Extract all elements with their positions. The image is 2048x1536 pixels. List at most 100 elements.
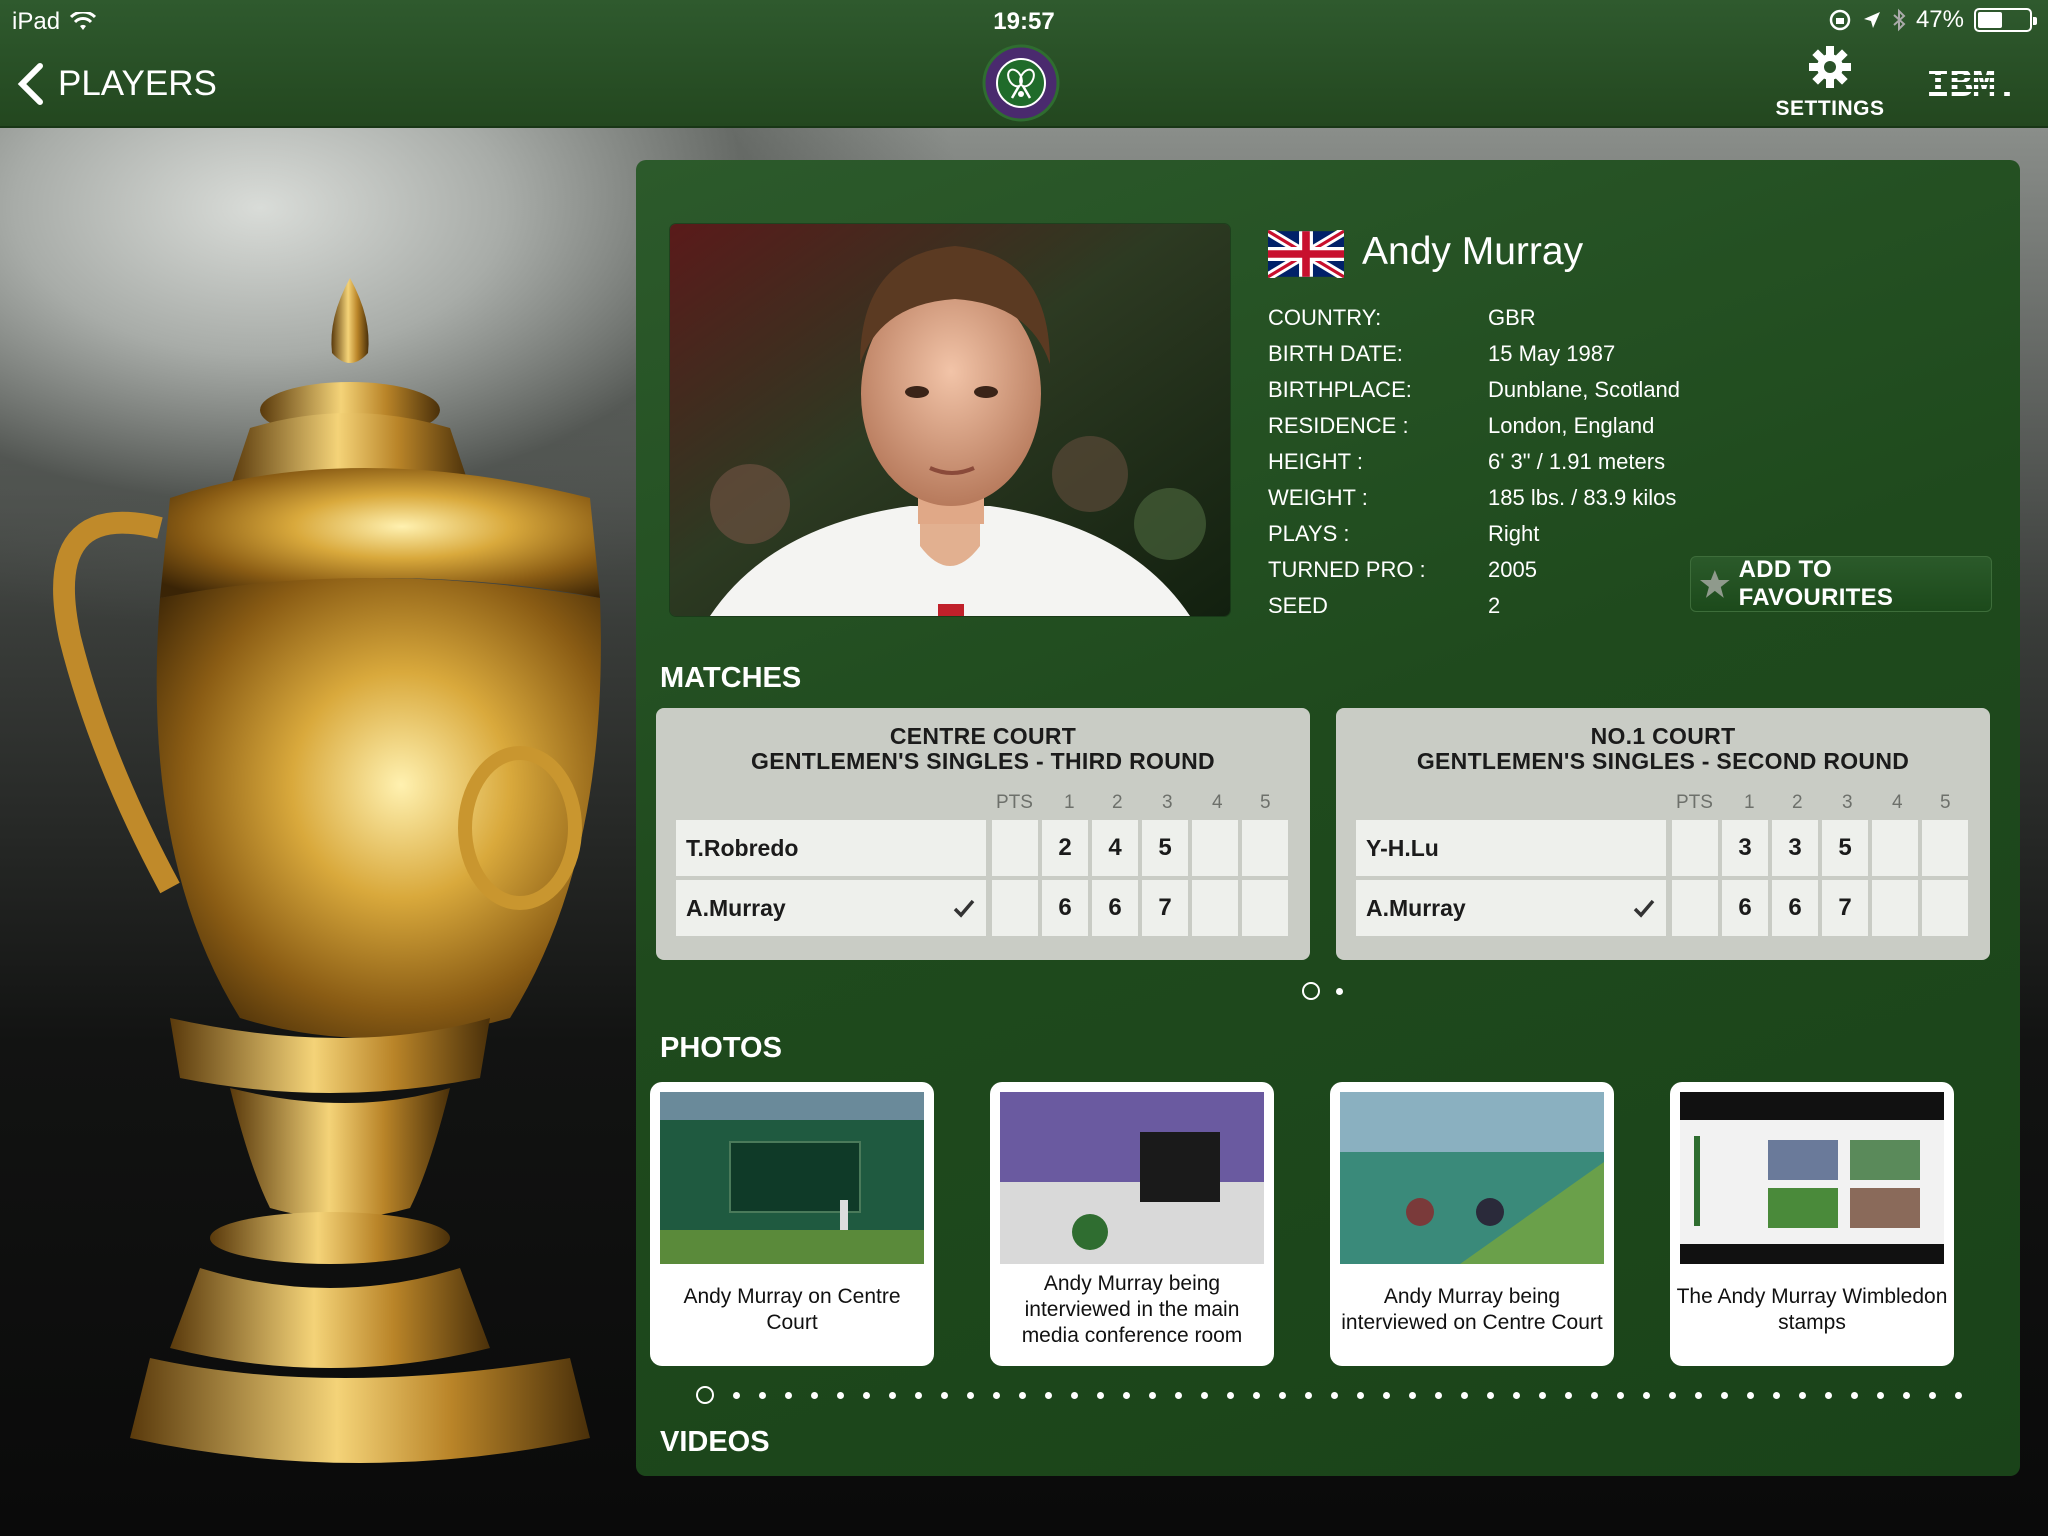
page-dot[interactable] [1695, 1391, 1702, 1399]
header-set-1: 1 [1744, 792, 1755, 813]
round-name: GENTLEMEN'S SINGLES - SECOND ROUND [1416, 748, 1910, 774]
page-dot[interactable] [1175, 1391, 1182, 1399]
header-set-2: 2 [1792, 792, 1803, 813]
page-dot[interactable] [1331, 1391, 1338, 1399]
page-dot[interactable] [1825, 1391, 1832, 1399]
page-dot[interactable] [1123, 1391, 1130, 1399]
page-dot[interactable] [837, 1391, 844, 1399]
page-dot[interactable] [1305, 1391, 1312, 1399]
matches-title: MATCHES [660, 662, 802, 694]
set-score [1242, 880, 1288, 936]
bluetooth-icon [1893, 8, 1906, 32]
pts-cell [1672, 880, 1718, 936]
page-dot[interactable] [1851, 1391, 1858, 1399]
page-dot[interactable] [1227, 1391, 1234, 1399]
set-score [1872, 880, 1918, 936]
page-dot[interactable] [1487, 1391, 1494, 1399]
page-dot[interactable] [1461, 1391, 1468, 1399]
page-dot[interactable] [915, 1391, 922, 1399]
page-dot[interactable] [1253, 1391, 1260, 1399]
info-label: RESIDENCE : [1268, 413, 1409, 438]
player-cell: A.Murray [1356, 880, 1666, 936]
photos-pager[interactable] [696, 1386, 1962, 1404]
pts-cell [992, 880, 1038, 936]
info-value: Right [1488, 521, 1540, 546]
page-dot[interactable] [1747, 1391, 1754, 1399]
page-dot[interactable] [1955, 1391, 1962, 1399]
page-dot[interactable] [733, 1391, 740, 1399]
page-dot[interactable] [1877, 1391, 1884, 1399]
page-dot[interactable] [1435, 1391, 1442, 1399]
photo-card[interactable]: Andy Murray being interviewed on Centre … [1330, 1082, 1614, 1366]
set-score: 5 [1822, 820, 1868, 876]
page-dot[interactable] [889, 1391, 896, 1399]
page-dot[interactable] [1045, 1391, 1052, 1399]
navigation-bar: iPad 19:57 47% PLAYERS SETTINGS IBM. [0, 0, 2048, 128]
info-row: BIRTH DATE: 15 May 1987 [1268, 336, 1680, 372]
match-card[interactable]: NO.1 COURT GENTLEMEN'S SINGLES - SECOND … [1336, 708, 1990, 960]
page-dot[interactable] [1799, 1391, 1806, 1399]
page-dot[interactable] [1302, 982, 1320, 1000]
player-cell: A.Murray [676, 880, 986, 936]
header-set-5: 5 [1260, 792, 1271, 813]
add-to-favourites-button[interactable]: ADD TO FAVOURITES [1690, 556, 1992, 612]
header-pts: PTS [1676, 792, 1713, 813]
page-dot[interactable] [1539, 1391, 1546, 1399]
player-photo [670, 224, 1230, 616]
info-row: RESIDENCE : London, England [1268, 408, 1680, 444]
trophy-image [53, 278, 601, 1463]
matches-pager[interactable] [1302, 982, 1343, 1000]
page-dot[interactable] [1201, 1391, 1208, 1399]
page-dot[interactable] [1591, 1391, 1598, 1399]
photo-card[interactable]: The Andy Murray Wimbledon stamps [1670, 1082, 1954, 1366]
settings-button[interactable]: SETTINGS [1770, 44, 1890, 121]
info-label: WEIGHT : [1268, 485, 1368, 510]
info-row: HEIGHT : 6' 3" / 1.91 meters [1268, 444, 1680, 480]
info-value: Dunblane, Scotland [1488, 377, 1681, 402]
page-dot[interactable] [696, 1386, 714, 1404]
videos-title: VIDEOS [660, 1426, 770, 1458]
info-row: PLAYS : Right [1268, 516, 1680, 552]
info-value: 2005 [1488, 557, 1537, 582]
page-dot[interactable] [863, 1391, 870, 1399]
page-dot[interactable] [1019, 1391, 1026, 1399]
page-dot[interactable] [1617, 1391, 1624, 1399]
page-dot[interactable] [1903, 1391, 1910, 1399]
page-dot[interactable] [1071, 1391, 1078, 1399]
page-dot[interactable] [993, 1391, 1000, 1399]
page-dot[interactable] [1409, 1391, 1416, 1399]
page-dot[interactable] [811, 1391, 818, 1399]
page-dot[interactable] [1383, 1391, 1390, 1399]
settings-label: SETTINGS [1775, 97, 1885, 120]
page-dot[interactable] [1336, 987, 1343, 995]
match-card[interactable]: CENTRE COURT GENTLEMEN'S SINGLES - THIRD… [656, 708, 1310, 960]
favourites-label: ADD TO FAVOURITES [1738, 556, 1894, 611]
checkmark-icon [1633, 899, 1655, 918]
page-dot[interactable] [967, 1391, 974, 1399]
page-dot[interactable] [1773, 1391, 1780, 1399]
page-dot[interactable] [1643, 1391, 1650, 1399]
info-label: SEED [1268, 593, 1328, 618]
ibm-logo: IBM. [1926, 64, 2019, 109]
checkmark-icon [953, 899, 975, 918]
page-dot[interactable] [1513, 1391, 1520, 1399]
page-dot[interactable] [1097, 1391, 1104, 1399]
page-dot[interactable] [1357, 1391, 1364, 1399]
photo-card[interactable]: Andy Murray being interviewed in the mai… [990, 1082, 1274, 1366]
header-pts: PTS [996, 792, 1033, 813]
page-dot[interactable] [941, 1391, 948, 1399]
set-score [1922, 820, 1968, 876]
page-dot[interactable] [1669, 1391, 1676, 1399]
photo-card[interactable]: Andy Murray on Centre Court [650, 1082, 934, 1366]
page-dot[interactable] [1149, 1391, 1156, 1399]
page-dot[interactable] [1279, 1391, 1286, 1399]
set-score [1242, 820, 1288, 876]
page-dot[interactable] [1721, 1391, 1728, 1399]
page-dot[interactable] [1565, 1391, 1572, 1399]
page-dot[interactable] [785, 1391, 792, 1399]
page-dot[interactable] [1929, 1391, 1936, 1399]
back-button[interactable]: PLAYERS [14, 62, 217, 106]
page-dot[interactable] [759, 1391, 766, 1399]
header-set-5: 5 [1940, 792, 1951, 813]
info-row: COUNTRY: GBR [1268, 300, 1680, 336]
